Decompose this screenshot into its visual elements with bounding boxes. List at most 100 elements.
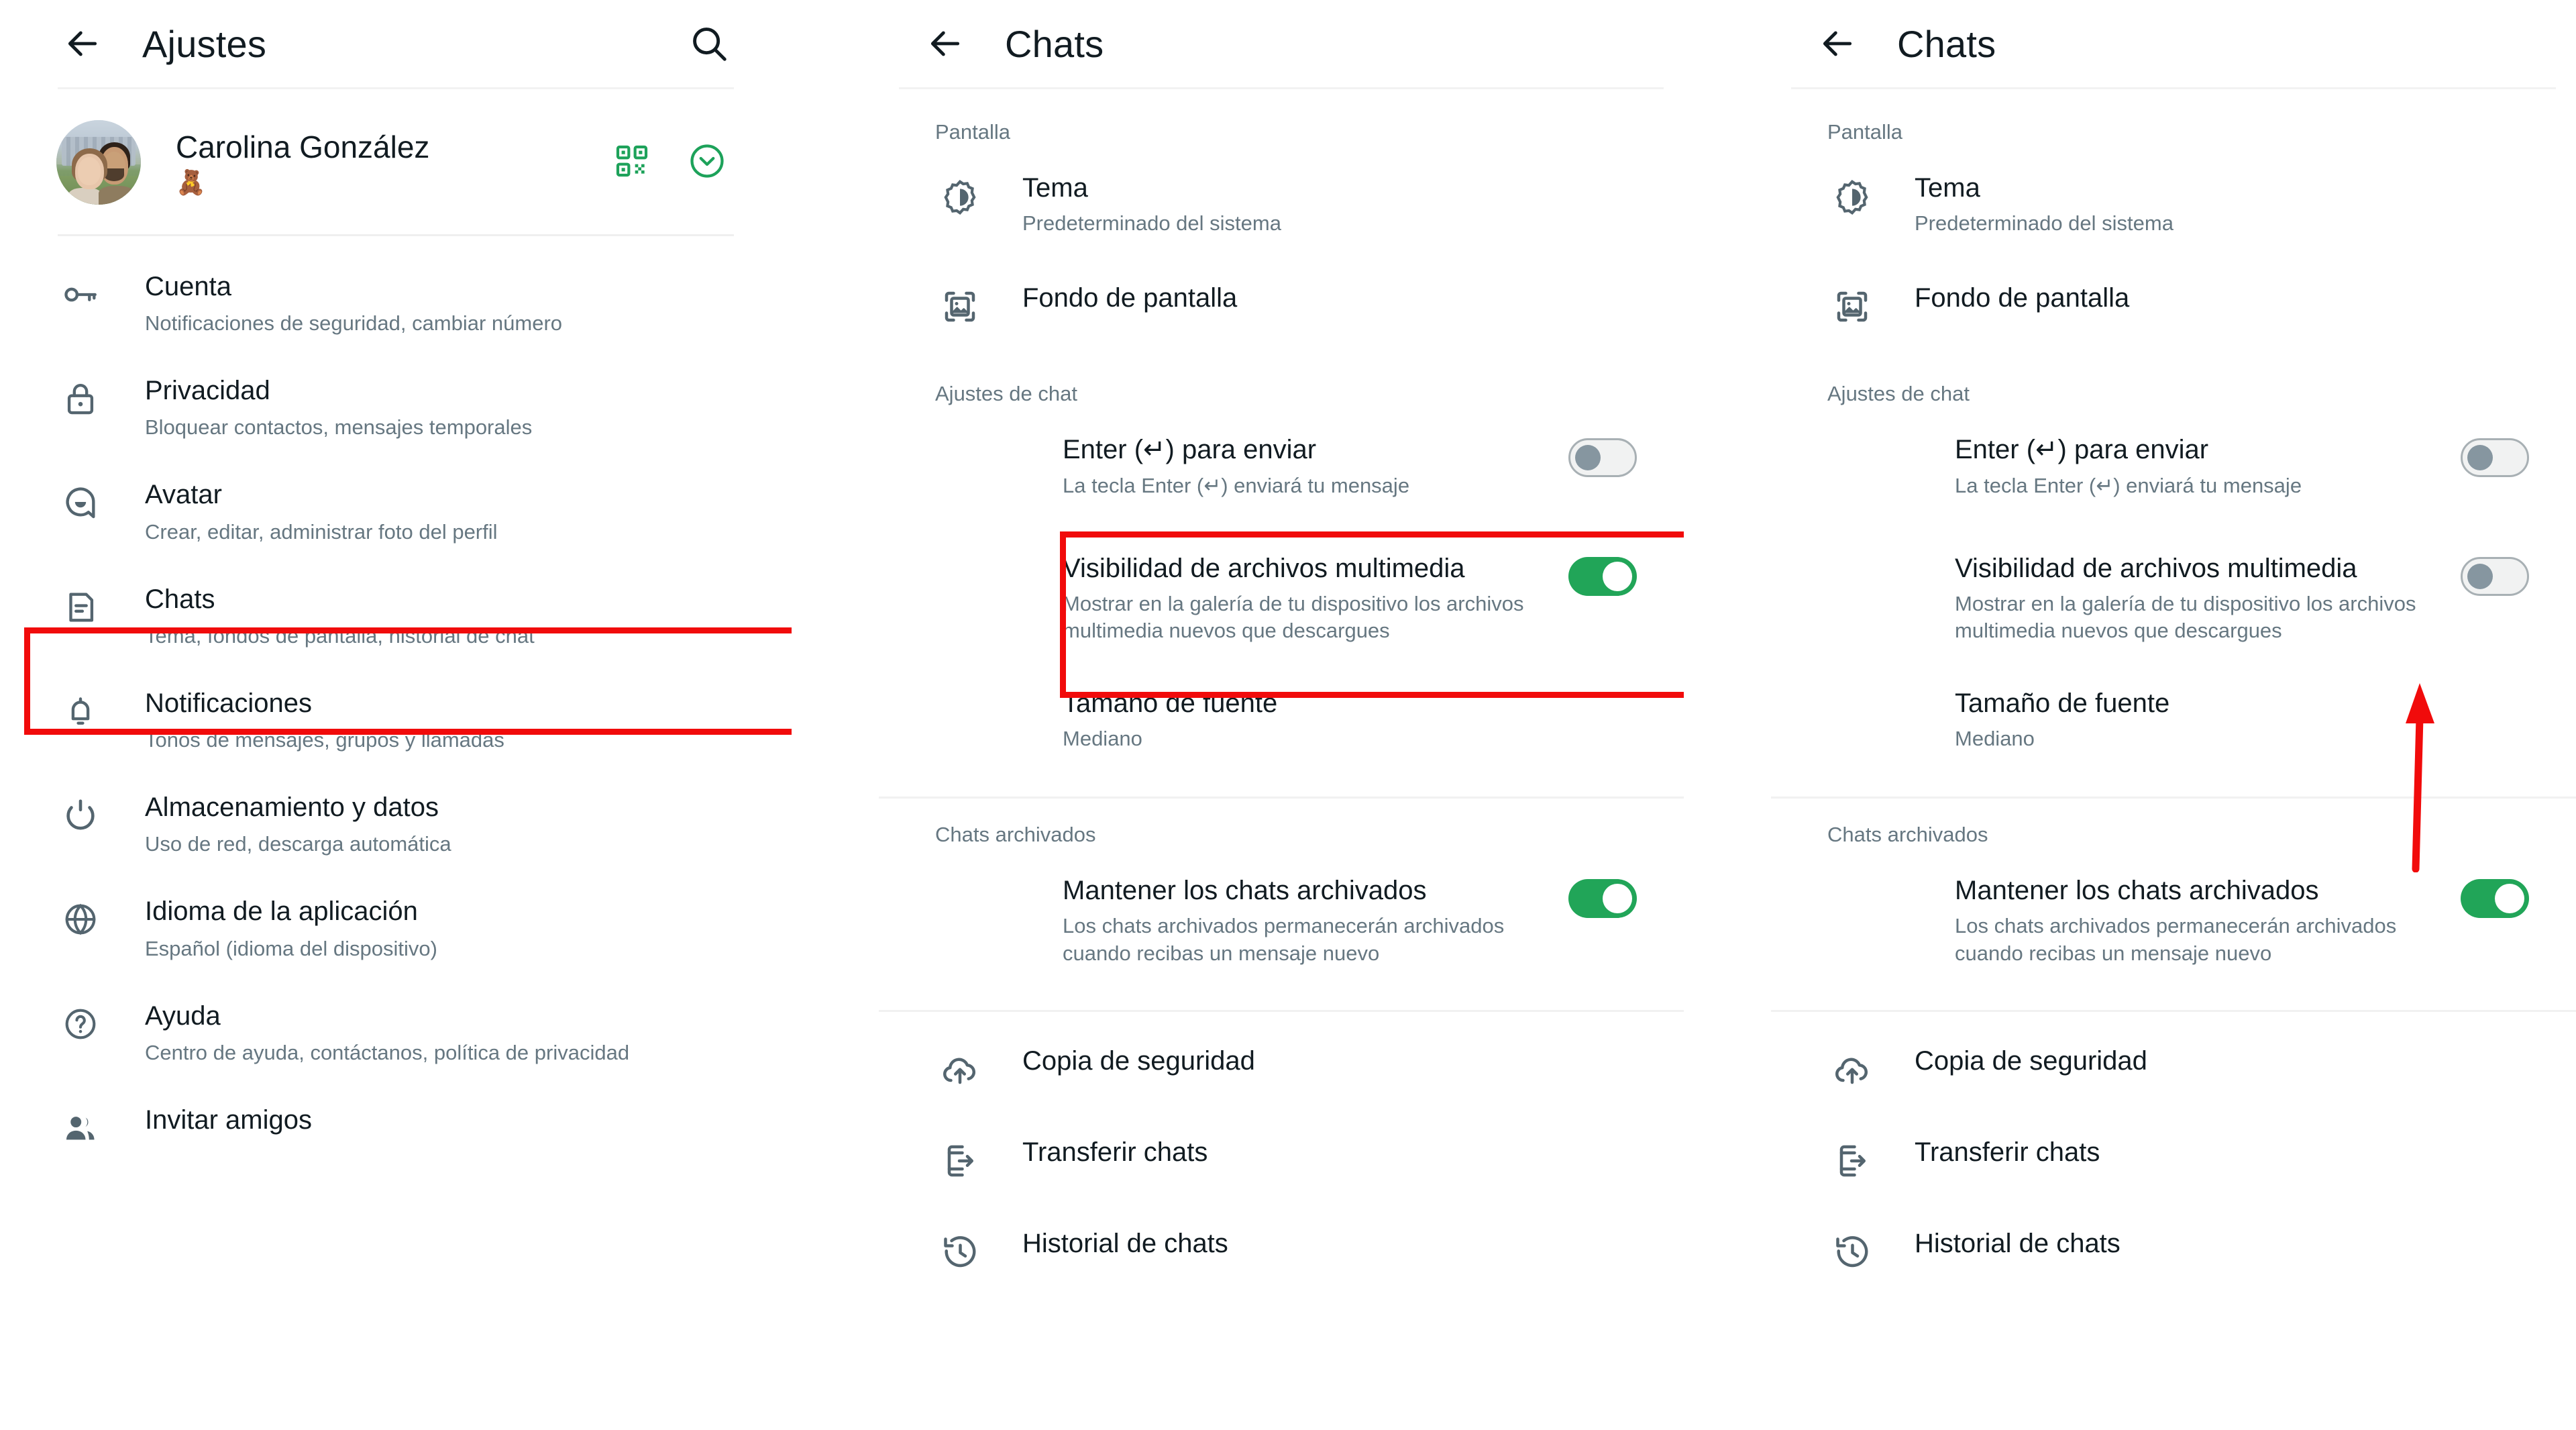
profile-row[interactable]: Carolina González 🧸 <box>0 89 792 232</box>
sidebar-item-cuenta[interactable]: Cuenta Notificaciones de seguridad, camb… <box>0 251 792 355</box>
chats-item-copia-seguridad[interactable]: Copia de seguridad <box>879 1012 1684 1106</box>
item-subtitle: Mediano <box>1955 726 2035 750</box>
item-title: Cuenta <box>145 272 231 301</box>
section-header-ajustes-chat: Ajustes de chat <box>1827 382 1970 406</box>
chats-item-copia-seguridad[interactable]: Copia de seguridad <box>1771 1012 2576 1106</box>
sidebar-item-notificaciones[interactable]: Notificaciones Tonos de mensajes, grupos… <box>0 668 792 772</box>
item-subtitle: Notificaciones de seguridad, cambiar núm… <box>145 311 563 336</box>
chats-item-visibilidad-multimedia[interactable]: Visibilidad de archivos multimedia Mostr… <box>1771 515 2576 661</box>
settings-appbar: Ajustes <box>0 0 792 87</box>
chats-item-fondo[interactable]: Fondo de pantalla <box>1771 253 2576 343</box>
item-title: Historial de chats <box>1915 1229 2121 1259</box>
item-subtitle: Mostrar en la galería de tu dispositivo … <box>1063 592 1524 643</box>
sidebar-item-chats[interactable]: Chats Tema, fondos de pantalla, historia… <box>0 564 792 668</box>
item-subtitle: Los chats archivados permanecerán archiv… <box>1063 914 1505 965</box>
panel-gap-2 <box>1684 0 1771 1430</box>
chats-item-tema[interactable]: Tema Predeterminado del sistema <box>879 156 1684 253</box>
theme-icon <box>1827 172 1877 218</box>
transfer-icon <box>1827 1137 1877 1181</box>
chats-item-historial-chats[interactable]: Historial de chats <box>1771 1197 2576 1288</box>
sidebar-item-avatar[interactable]: Avatar Crear, editar, administrar foto d… <box>0 459 792 563</box>
settings-panel: Ajustes Carolina González 🧸 Cuenta Notif… <box>0 0 792 1430</box>
item-title: Enter (↵) para enviar <box>1063 435 1317 465</box>
item-title: Tamaño de fuente <box>1063 688 1278 718</box>
section-header-chats-archivados: Chats archivados <box>935 823 1096 847</box>
key-icon <box>56 270 105 314</box>
back-arrow-icon[interactable] <box>56 17 109 70</box>
item-subtitle: Predeterminado del sistema <box>1022 211 1281 236</box>
toggle-media-visibility[interactable] <box>1568 556 1637 596</box>
chats-item-tamano-fuente[interactable]: Tamaño de fuente Mediano <box>879 661 1684 768</box>
item-title: Fondo de pantalla <box>1022 283 1238 313</box>
item-subtitle: Los chats archivados permanecerán archiv… <box>1955 914 2397 965</box>
lock-icon <box>56 374 105 418</box>
qr-code-icon[interactable] <box>613 142 651 183</box>
page-title: Chats <box>1897 22 1996 65</box>
bell-icon <box>56 686 105 731</box>
item-title: Notificaciones <box>145 688 313 718</box>
chats-item-enter-enviar[interactable]: Enter (↵) para enviar La tecla Enter (↵)… <box>1771 418 2576 515</box>
sidebar-item-almacenamiento[interactable]: Almacenamiento y datos Uso de red, desca… <box>0 772 792 876</box>
toggle-keep-chats-archived[interactable] <box>2461 879 2529 919</box>
toggle-media-visibility[interactable] <box>2461 556 2529 596</box>
backup-icon <box>935 1045 985 1090</box>
help-icon <box>56 999 105 1043</box>
sidebar-item-ayuda[interactable]: Ayuda Centro de ayuda, contáctanos, polí… <box>0 980 792 1084</box>
chats-item-transferir-chats[interactable]: Transferir chats <box>1771 1106 2576 1197</box>
settings-list: Cuenta Notificaciones de seguridad, camb… <box>0 236 792 1185</box>
item-subtitle: Bloquear contactos, mensajes temporales <box>145 415 533 440</box>
item-subtitle: Predeterminado del sistema <box>1915 211 2174 236</box>
item-title: Privacidad <box>145 376 270 406</box>
toggle-enter-to-send[interactable] <box>1568 438 1637 478</box>
page-title: Chats <box>1005 22 1104 65</box>
toggle-enter-to-send[interactable] <box>2461 438 2529 478</box>
chats-item-tema[interactable]: Tema Predeterminado del sistema <box>1771 156 2576 253</box>
profile-status-emoji: 🧸 <box>176 168 206 197</box>
profile-name: Carolina González <box>176 129 430 164</box>
item-title: Fondo de pantalla <box>1915 283 2130 313</box>
chats-appbar: Chats <box>879 0 1684 87</box>
item-subtitle: La tecla Enter (↵) enviará tu mensaje <box>1955 473 2302 497</box>
section-header-pantalla: Pantalla <box>935 120 1011 144</box>
chats-item-historial-chats[interactable]: Historial de chats <box>879 1197 1684 1288</box>
item-subtitle: Tonos de mensajes, grupos y llamadas <box>145 728 504 752</box>
item-subtitle: La tecla Enter (↵) enviará tu mensaje <box>1063 473 1410 497</box>
back-arrow-icon[interactable] <box>919 17 971 70</box>
chevron-down-circle-icon[interactable] <box>687 141 727 185</box>
item-title: Chats <box>145 584 215 614</box>
transfer-icon <box>935 1137 985 1181</box>
item-title: Tema <box>1915 173 1980 203</box>
theme-icon <box>935 172 985 218</box>
chats-item-visibilidad-multimedia[interactable]: Visibilidad de archivos multimedia Mostr… <box>879 515 1684 661</box>
history-icon <box>1827 1228 1877 1272</box>
wallpaper-icon <box>1827 283 1877 327</box>
avatar[interactable] <box>56 120 141 205</box>
sidebar-item-idioma[interactable]: Idioma de la aplicación Español (idioma … <box>0 876 792 980</box>
sidebar-item-invitar[interactable]: Invitar amigos <box>0 1084 792 1185</box>
back-arrow-icon[interactable] <box>1811 17 1864 70</box>
search-icon[interactable] <box>683 17 735 70</box>
chats-item-fondo[interactable]: Fondo de pantalla <box>879 253 1684 343</box>
chats-item-transferir-chats[interactable]: Transferir chats <box>879 1106 1684 1197</box>
chats-item-enter-enviar[interactable]: Enter (↵) para enviar La tecla Enter (↵)… <box>879 418 1684 515</box>
chat-icon <box>56 582 105 627</box>
profile-info: Carolina González 🧸 <box>176 130 613 195</box>
toggle-keep-chats-archived[interactable] <box>1568 879 1637 919</box>
item-title: Copia de seguridad <box>1022 1046 1255 1076</box>
item-subtitle: Mostrar en la galería de tu dispositivo … <box>1955 592 2416 643</box>
chats-panel-after: Chats Pantalla Tema Predeterminado del s… <box>1771 0 2576 1430</box>
item-title: Mantener los chats archivados <box>1955 876 2319 906</box>
section-header-pantalla: Pantalla <box>1827 120 1903 144</box>
item-title: Avatar <box>145 480 222 510</box>
chats-item-mantener-archivados[interactable]: Mantener los chats archivados Los chats … <box>879 859 1684 983</box>
item-title: Almacenamiento y datos <box>145 793 439 823</box>
page-title: Ajustes <box>142 22 267 65</box>
sidebar-item-privacidad[interactable]: Privacidad Bloquear contactos, mensajes … <box>0 355 792 459</box>
item-subtitle: Español (idioma del dispositivo) <box>145 936 437 960</box>
chats-item-mantener-archivados[interactable]: Mantener los chats archivados Los chats … <box>1771 859 2576 983</box>
item-title: Ayuda <box>145 1001 221 1031</box>
chats-item-tamano-fuente[interactable]: Tamaño de fuente Mediano <box>1771 661 2576 768</box>
panel-gap-1 <box>792 0 879 1430</box>
item-title: Transferir chats <box>1915 1137 2100 1168</box>
item-subtitle: Tema, fondos de pantalla, historial de c… <box>145 623 535 648</box>
